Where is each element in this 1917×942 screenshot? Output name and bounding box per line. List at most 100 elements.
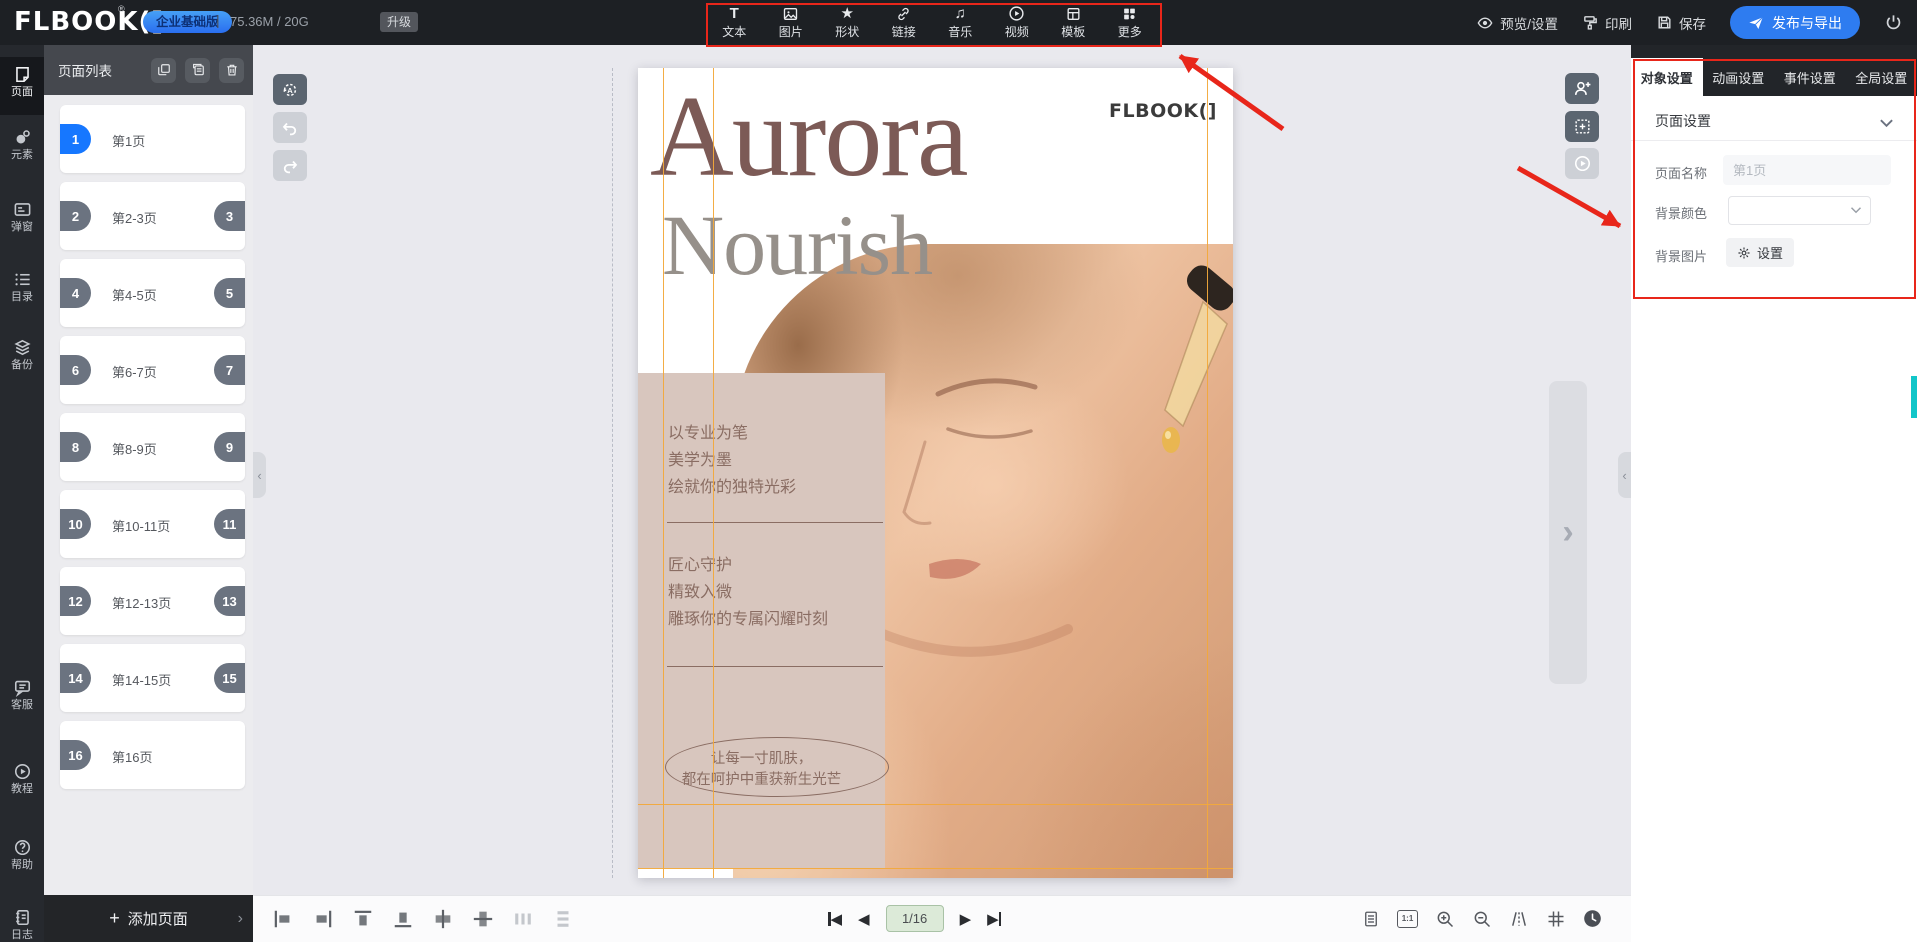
zoom-in-button[interactable] xyxy=(1434,908,1455,929)
last-page-button[interactable]: ▶ xyxy=(987,910,1001,928)
feedback-edge-marker[interactable] xyxy=(1911,376,1917,418)
elements-icon xyxy=(13,128,32,147)
sidebar-item-backup[interactable]: 备份 xyxy=(0,338,44,386)
align-left-icon[interactable] xyxy=(272,908,294,930)
guides-toggle-button[interactable] xyxy=(1508,908,1529,929)
design-subtitle[interactable]: Nourish xyxy=(662,202,932,288)
previous-page-button[interactable]: ◀ xyxy=(858,910,870,928)
print-button[interactable]: 印刷 xyxy=(1582,13,1632,33)
design-divider-1 xyxy=(667,522,883,523)
page-list-scroll[interactable]: 1 第1页 2 第2-3页 3 4 第4-5页 5 6 第6-7页 7 8 第8… xyxy=(44,95,253,895)
zoom-out-button[interactable] xyxy=(1471,908,1492,929)
distribute-vertical-icon[interactable] xyxy=(552,908,574,930)
toolbar-music[interactable]: ♫ 音乐 xyxy=(932,0,989,45)
page-name-input[interactable] xyxy=(1723,155,1891,185)
page-number-badge: 8 xyxy=(60,432,91,462)
design-text-block-2[interactable]: 匠心守护 精致入微 雕琢你的专属闪耀时刻 xyxy=(668,552,828,633)
collaborator-add-button[interactable] xyxy=(1565,73,1599,104)
sidebar-item-pages[interactable]: 页面 xyxy=(0,65,44,113)
align-bottom-icon[interactable] xyxy=(392,908,414,930)
delete-page-button[interactable] xyxy=(219,58,244,83)
redo-button[interactable] xyxy=(273,150,307,181)
bg-image-set-button[interactable]: 设置 xyxy=(1726,238,1794,267)
chevron-down-icon[interactable] xyxy=(1879,118,1894,128)
collapse-page-list-handle[interactable]: ‹ xyxy=(253,452,266,498)
align-top-icon[interactable] xyxy=(352,908,374,930)
preview-play-button[interactable] xyxy=(1565,148,1599,179)
grid-toggle-button[interactable] xyxy=(1545,908,1566,929)
next-page-button[interactable]: ▶ xyxy=(960,910,972,928)
publish-export-button[interactable]: 发布与导出 xyxy=(1730,6,1860,39)
design-title[interactable]: Aurora xyxy=(650,82,967,192)
page-number-badge: 12 xyxy=(60,586,91,616)
save-icon xyxy=(1656,14,1673,31)
sidebar-item-elements[interactable]: 元素 xyxy=(0,128,44,176)
page-number-badge: 15 xyxy=(214,663,245,693)
toolbar-link[interactable]: 链接 xyxy=(876,0,933,45)
toolbar-text[interactable]: T 文本 xyxy=(706,0,763,45)
page-number-badge: 1 xyxy=(60,124,91,154)
tab-global-settings[interactable]: 全局设置 xyxy=(1846,58,1917,96)
page-list-item-10-11[interactable]: 10 第10-11页 11 xyxy=(60,490,245,558)
page-list-item-2-3[interactable]: 2 第2-3页 3 xyxy=(60,182,245,250)
flbook-logo[interactable]: FLBOOK(] xyxy=(14,7,164,37)
align-right-icon[interactable] xyxy=(312,908,334,930)
align-center-horizontal-icon[interactable] xyxy=(432,908,454,930)
design-brand-logo[interactable]: FLBOOK(] xyxy=(1109,100,1217,122)
toolbar-video[interactable]: 视频 xyxy=(989,0,1046,45)
page-list-header: 页面列表 xyxy=(44,45,253,95)
auto-typeset-button[interactable]: A xyxy=(273,74,307,105)
page-list-item-16[interactable]: 16 第16页 xyxy=(60,721,245,789)
page-list-item-1[interactable]: 1 第1页 xyxy=(60,105,245,173)
sidebar-item-help[interactable]: 帮助 xyxy=(0,838,44,886)
add-page-button[interactable]: + 添加页面 › xyxy=(44,895,253,942)
undo-button[interactable] xyxy=(273,112,307,143)
sidebar-item-toc[interactable]: 目录 xyxy=(0,270,44,318)
tab-animation-settings[interactable]: 动画设置 xyxy=(1703,58,1775,96)
sidebar-item-support[interactable]: 客服 xyxy=(0,678,44,726)
page-number-badge: 6 xyxy=(60,355,91,385)
toolbar-image[interactable]: 图片 xyxy=(763,0,820,45)
canvas-workspace[interactable]: Aurora Nourish FLBOOK(] 以专业为笔 美学为墨 绘就你的独… xyxy=(253,45,1631,895)
sidebar-item-popup[interactable]: 弹窗 xyxy=(0,200,44,248)
page-list-item-6-7[interactable]: 6 第6-7页 7 xyxy=(60,336,245,404)
page-list-item-4-5[interactable]: 4 第4-5页 5 xyxy=(60,259,245,327)
insert-page-button[interactable] xyxy=(1565,111,1599,142)
guides-icon xyxy=(1509,909,1529,929)
page-indicator[interactable]: 1/16 xyxy=(886,905,944,932)
tab-event-settings[interactable]: 事件设置 xyxy=(1774,58,1846,96)
page-number-badge: 16 xyxy=(60,740,91,770)
sidebar-item-log[interactable]: 日志 xyxy=(0,908,44,942)
next-page-flip-zone[interactable]: › xyxy=(1549,381,1587,684)
design-page[interactable]: Aurora Nourish FLBOOK(] 以专业为笔 美学为墨 绘就你的独… xyxy=(638,68,1233,878)
page-list-item-12-13[interactable]: 12 第12-13页 13 xyxy=(60,567,245,635)
design-text-block-1[interactable]: 以专业为笔 美学为墨 绘就你的独特光彩 xyxy=(668,420,796,501)
rotate-a-icon: A xyxy=(280,80,300,100)
first-page-button[interactable]: ◀ xyxy=(828,910,842,928)
align-center-vertical-icon[interactable] xyxy=(472,908,494,930)
power-icon[interactable] xyxy=(1884,13,1903,32)
fit-actual-size-button[interactable]: 1:1 xyxy=(1397,908,1418,929)
duplicate-page-button[interactable] xyxy=(151,58,176,83)
copy-page-button[interactable] xyxy=(185,58,210,83)
history-button[interactable] xyxy=(1582,908,1603,929)
flbook-editor: FLBOOK(] ® 企业基础版 | 75.36M / 20G 升级 T 文本 … xyxy=(0,0,1917,942)
thumbnail-view-button[interactable] xyxy=(1360,908,1381,929)
toolbar-more[interactable]: 更多 xyxy=(1102,0,1159,45)
preview-settings-button[interactable]: 预览/设置 xyxy=(1476,13,1558,33)
page-list-item-8-9[interactable]: 8 第8-9页 9 xyxy=(60,413,245,481)
collapse-right-panel-handle[interactable]: ‹ xyxy=(1618,452,1631,498)
toolbar-shape[interactable]: ★ 形状 xyxy=(819,0,876,45)
toolbar-template[interactable]: 模板 xyxy=(1045,0,1102,45)
tab-object-settings[interactable]: 对象设置 xyxy=(1631,58,1703,96)
bg-color-select[interactable] xyxy=(1728,196,1871,225)
arrow-right-icon: ▶ xyxy=(960,910,972,928)
page-number-badge: 14 xyxy=(60,663,91,693)
upgrade-button[interactable]: 升级 xyxy=(380,12,418,32)
save-button[interactable]: 保存 xyxy=(1656,13,1706,33)
sidebar-item-tutorial[interactable]: 教程 xyxy=(0,762,44,810)
page-number-badge: 10 xyxy=(60,509,91,539)
page-number-badge: 13 xyxy=(214,586,245,616)
distribute-horizontal-icon[interactable] xyxy=(512,908,534,930)
page-list-item-14-15[interactable]: 14 第14-15页 15 xyxy=(60,644,245,712)
